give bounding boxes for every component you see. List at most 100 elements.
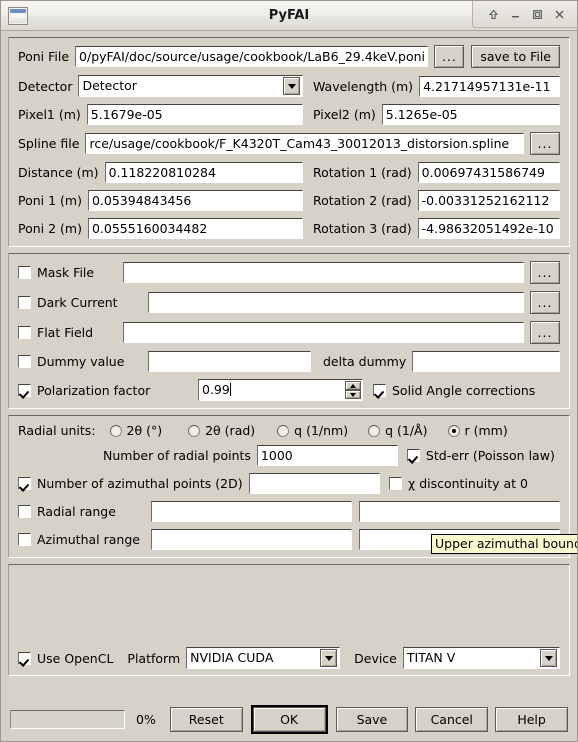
radial-points-input[interactable]: 1000: [256, 445, 398, 466]
mask-file-checkbox[interactable]: Mask File: [18, 265, 123, 280]
flat-field-checkbox[interactable]: Flat Field: [18, 325, 123, 340]
opencl-row: Use OpenCL Platform NVIDIA CUDA Device T…: [18, 647, 560, 669]
dummy-value-checkbox[interactable]: Dummy value: [18, 354, 148, 369]
polarization-factor-stepper[interactable]: 0.99: [198, 379, 363, 401]
polarization-row: Polarization factor 0.99 Solid Angle cor…: [18, 379, 560, 401]
help-button[interactable]: Help: [495, 706, 568, 732]
rotation3-label: Rotation 3 (rad): [313, 221, 412, 236]
azimuthal-range-label: Azimuthal range: [37, 532, 140, 547]
poni2-input[interactable]: 0.0555160034482: [87, 218, 303, 239]
flat-field-browse-button[interactable]: ...: [530, 321, 560, 344]
checkbox-box: [18, 477, 31, 490]
corrections-group: Mask File ... Dark Current ... Flat Fiel…: [8, 253, 570, 409]
poni-file-browse-button[interactable]: ...: [434, 45, 465, 68]
mask-file-row: Mask File ...: [18, 261, 560, 284]
pixel1-label: Pixel1 (m): [18, 107, 81, 122]
radial-unit-r-mm[interactable]: r (mm): [447, 423, 508, 438]
cancel-button[interactable]: Cancel: [415, 706, 489, 732]
rotation2-input[interactable]: -0.00331252162112: [417, 190, 560, 211]
polarization-factor-checkbox[interactable]: Polarization factor: [18, 383, 198, 398]
dark-current-browse-button[interactable]: ...: [530, 291, 560, 314]
checkbox-box: [18, 326, 31, 339]
radial-units-row: Radial units: 2θ (°) 2θ (rad) q (1/nm) q…: [18, 423, 560, 438]
device-select[interactable]: TITAN V: [402, 647, 560, 669]
checkbox-box: [389, 477, 402, 490]
radio-dot: [447, 424, 460, 437]
distance-input[interactable]: 0.118220810284: [104, 162, 303, 183]
bottom-bar: 0% Reset OK Save Cancel Help: [1, 697, 577, 741]
platform-select[interactable]: NVIDIA CUDA: [186, 647, 341, 669]
poni1-input[interactable]: 0.05394843456: [87, 190, 303, 211]
radial-range-label: Radial range: [37, 504, 116, 519]
minimize-button[interactable]: [504, 3, 526, 25]
solid-angle-label: Solid Angle corrections: [392, 382, 536, 398]
radial-unit-q-nm[interactable]: q (1/nm): [277, 423, 348, 438]
save-to-file-button[interactable]: save to File: [471, 45, 560, 68]
radial-unit-q-angstrom[interactable]: q (1/Å): [368, 423, 428, 438]
tooltip: Upper azimuthal bound: [431, 534, 577, 554]
stepper-down-icon[interactable]: [345, 390, 361, 399]
dummy-value-input[interactable]: [148, 351, 311, 372]
rotation3-input[interactable]: -4.98632051492e-10: [417, 218, 560, 239]
pixel2-input[interactable]: 5.1265e-05: [381, 104, 560, 125]
rotation1-input[interactable]: 0.00697431586749: [417, 162, 560, 183]
detector-select[interactable]: Detector: [78, 75, 303, 97]
ok-button[interactable]: OK: [252, 706, 326, 732]
checkbox-box: [18, 533, 31, 546]
pixel2-label: Pixel2 (m): [313, 107, 376, 122]
checkbox-box: [18, 651, 31, 665]
platform-value: NVIDIA CUDA: [190, 650, 274, 665]
flat-field-row: Flat Field ...: [18, 321, 560, 344]
azimuthal-range-checkbox[interactable]: Azimuthal range: [18, 532, 151, 547]
stepper-buttons: [345, 381, 361, 399]
poni-file-input[interactable]: 0/pyFAI/doc/source/usage/cookbook/LaB6_2…: [75, 46, 429, 67]
poni-file-label: Poni File: [18, 49, 70, 64]
platform-label: Platform: [127, 650, 181, 666]
save-button[interactable]: Save: [335, 706, 409, 732]
pixel1-input[interactable]: 5.1679e-05: [86, 104, 303, 125]
radial-range-max-input[interactable]: [359, 501, 560, 522]
polarization-factor-value-wrap[interactable]: 0.99: [199, 380, 345, 400]
radial-range-checkbox[interactable]: Radial range: [18, 504, 151, 519]
flat-field-input[interactable]: [123, 322, 524, 343]
std-err-checkbox[interactable]: Std-err (Poisson law): [406, 448, 555, 463]
reset-button[interactable]: Reset: [169, 706, 243, 732]
spline-file-input[interactable]: rce/usage/cookbook/F_K4320T_Cam43_300120…: [85, 133, 524, 154]
radial-unit-2th-rad[interactable]: 2θ (rad): [188, 423, 255, 438]
std-err-label: Std-err (Poisson law): [425, 448, 555, 463]
radial-points-row: Number of radial points 1000 Std-err (Po…: [18, 445, 560, 466]
dark-current-input[interactable]: [148, 292, 524, 313]
azimuthal-points-input[interactable]: [249, 473, 380, 494]
distance-label: Distance (m): [18, 165, 99, 180]
poni2-row: Poni 2 (m) 0.0555160034482 Rotation 3 (r…: [18, 218, 560, 239]
solid-angle-checkbox[interactable]: Solid Angle corrections: [373, 383, 535, 398]
spline-file-browse-button[interactable]: ...: [530, 132, 560, 155]
azimuthal-points-checkbox[interactable]: Number of azimuthal points (2D): [18, 476, 249, 491]
close-button[interactable]: [548, 3, 570, 25]
detector-row: Detector Detector Wavelength (m) 4.21714…: [18, 75, 560, 97]
checkbox-box: [18, 383, 31, 397]
radial-units-label: Radial units:: [18, 423, 96, 438]
chevron-down-icon: [540, 649, 557, 667]
radial-unit-2th-deg[interactable]: 2θ (°): [109, 423, 163, 438]
polarization-factor-label: Polarization factor: [37, 382, 151, 398]
radial-unit-label: q (1/nm): [294, 423, 349, 438]
opencl-group: Use OpenCL Platform NVIDIA CUDA Device T…: [8, 564, 570, 676]
use-opencl-checkbox[interactable]: Use OpenCL: [18, 651, 113, 666]
chi-discontinuity-checkbox[interactable]: χ discontinuity at 0: [389, 476, 528, 491]
mask-file-browse-button[interactable]: ...: [530, 261, 560, 284]
radial-range-min-input[interactable]: [151, 501, 352, 522]
stepper-up-icon[interactable]: [345, 381, 361, 390]
dark-current-checkbox[interactable]: Dark Current: [18, 295, 148, 310]
delta-dummy-input[interactable]: [412, 351, 560, 372]
shade-button[interactable]: [482, 3, 504, 25]
wavelength-input[interactable]: 4.21714957131e-11: [419, 75, 560, 97]
mask-file-label: Mask File: [37, 265, 95, 280]
spline-file-row: Spline file rce/usage/cookbook/F_K4320T_…: [18, 132, 560, 155]
radial-unit-label: 2θ (°): [126, 423, 163, 438]
dummy-value-row: Dummy value delta dummy: [18, 351, 560, 372]
azimuthal-range-min-input[interactable]: [151, 529, 352, 550]
flat-field-label: Flat Field: [37, 325, 94, 340]
maximize-button[interactable]: [526, 3, 548, 25]
mask-file-input[interactable]: [123, 262, 524, 283]
